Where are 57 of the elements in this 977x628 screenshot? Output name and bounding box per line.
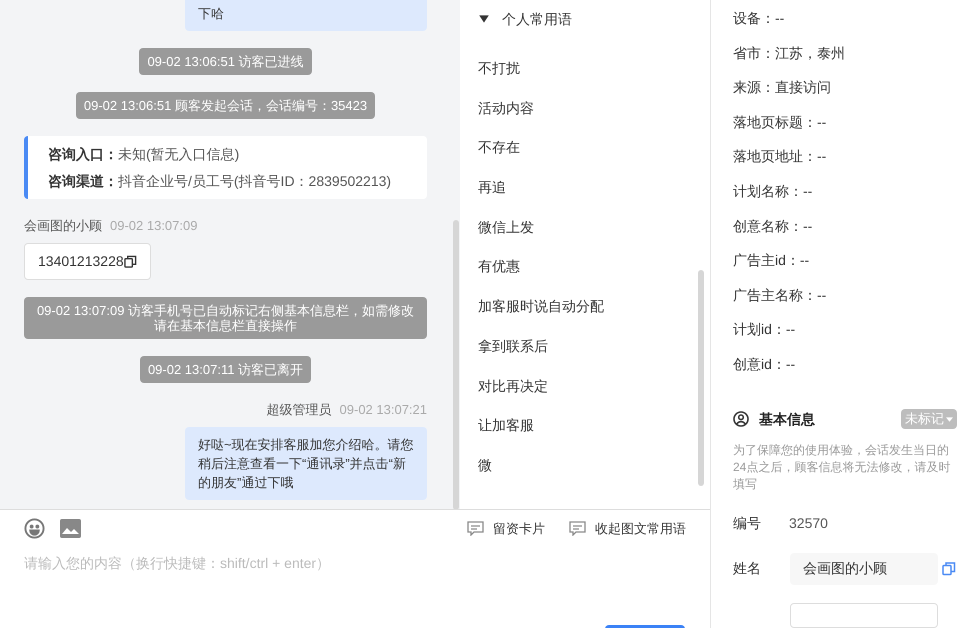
info-field: 计划名称：-- [733, 180, 957, 216]
name-field[interactable]: 会画图的小顾 [790, 552, 938, 585]
phrase-item[interactable]: 有优惠 [460, 256, 710, 296]
copy-icon[interactable] [124, 254, 137, 268]
field-value: 32570 [789, 514, 828, 533]
caret-icon [478, 13, 490, 25]
message-input[interactable]: 请输入您的内容（换行快捷键：shift/ctrl + enter） [24, 553, 704, 574]
info-field: 省市：江苏，泰州 [733, 42, 957, 78]
phrase-item[interactable]: 不打扰 [460, 58, 710, 98]
system-notice: 09-02 13:06:51 访客已进线 [139, 48, 312, 75]
message-bubble: 好哒~现在安排客服加您介绍哈。请您稍后注意查看一下“通讯录”并点击“新的朋友”通过下哦 [185, 427, 427, 500]
caret-icon [946, 416, 953, 422]
notice-text: 为了保障您的使用体验，会话发生当日的24点之后，顾客信息将无法修改，请及时填写 [733, 442, 952, 493]
field-label: 姓名 [733, 559, 762, 578]
phrase-item[interactable]: 加客服时说自动分配 [460, 296, 710, 336]
message-icon [467, 521, 484, 536]
message-time: 09-02 13:07:09 [110, 217, 198, 235]
toolbar-action[interactable]: 留资卡片 [467, 518, 545, 538]
input-field[interactable] [790, 602, 938, 628]
message-icon [569, 521, 586, 536]
field-label: 编号 [733, 514, 762, 533]
emoji-icon[interactable] [24, 518, 45, 539]
sender-name: 超级管理员 [266, 400, 332, 418]
system-notice: 09-02 13:07:11 访客已离开 [140, 356, 312, 382]
info-label: 咨询渠道： [48, 172, 118, 191]
sender-name: 会画图的小顾 [24, 217, 102, 235]
info-value: 未知(暂无入口信息) [118, 145, 240, 164]
info-field: 来源：直接访问 [733, 77, 957, 112]
info-field: 广告主名称：-- [733, 284, 957, 320]
phrase-item[interactable]: 拿到联系后 [460, 336, 710, 376]
info-field: 计划id：-- [733, 319, 957, 354]
phrase-item[interactable]: 微 [460, 454, 710, 495]
phrase-item[interactable]: 让加客服 [460, 415, 710, 455]
info-field: 落地页标题：-- [733, 112, 957, 146]
info-field: 落地页地址：-- [733, 146, 957, 181]
info-value: 抖音企业号/员工号(抖音号ID：2839502213) [118, 172, 392, 191]
system-notice: 09-02 13:07:09 访客手机号已自动标记右侧基本信息栏，如需修改请在基本信息栏直接操作 [24, 296, 427, 338]
message-text: 13401213228 [38, 252, 124, 270]
info-field: 广告主id：-- [733, 250, 957, 285]
info-label: 咨询入口： [48, 145, 118, 164]
phrase-item[interactable]: 不存在 [460, 137, 710, 178]
phrase-item[interactable]: 微信上发 [460, 216, 710, 256]
message-bubble: 下哈 [185, 0, 427, 31]
scrollbar[interactable] [453, 220, 459, 509]
section-title: 基本信息 [759, 410, 815, 429]
toolbar-action[interactable]: 收起图文常用语 [569, 518, 686, 538]
phrase-item[interactable]: 活动内容 [460, 98, 710, 138]
info-field: 设备：-- [733, 8, 957, 43]
info-field: 创意id：-- [733, 354, 957, 389]
user-icon [733, 411, 749, 428]
message-time: 09-02 13:07:21 [340, 400, 427, 418]
system-notice: 09-02 13:06:51 顾客发起会话，会话编号：35423 [76, 92, 376, 119]
scrollbar[interactable] [698, 270, 704, 486]
phrase-item[interactable]: 再追 [460, 177, 710, 217]
phrase-item[interactable]: 对比再决定 [460, 376, 710, 416]
info-field: 创意名称：-- [733, 216, 957, 250]
image-icon[interactable] [60, 519, 81, 538]
